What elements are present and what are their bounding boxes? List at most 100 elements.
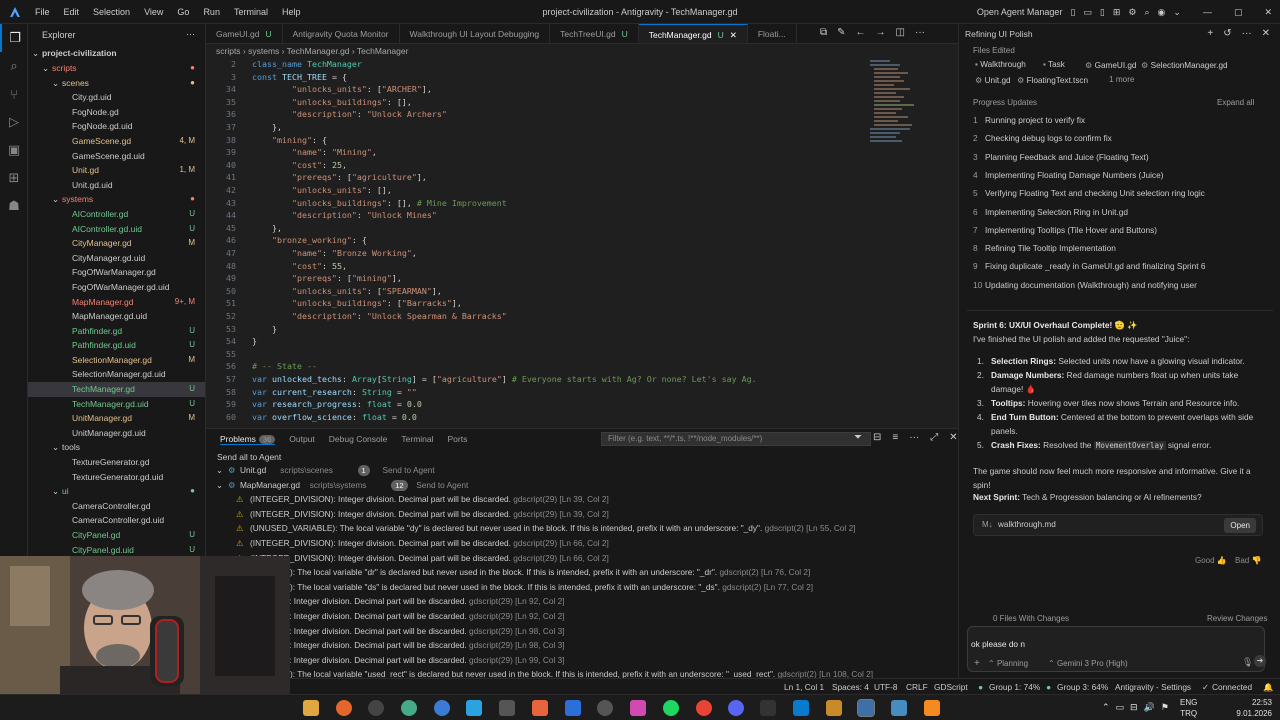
menu-file[interactable]: File [28,0,57,24]
code-line[interactable]: "unlocks_units": [], [252,185,392,195]
layout-panel-icon[interactable]: ▭ [1083,7,1092,18]
progress-step[interactable]: 4 Implementing Floating Damage Numbers (J… [973,166,1163,184]
encoding[interactable]: UTF-8 [874,679,898,695]
code-line[interactable]: const TECH_TREE = { [252,72,347,82]
file-item[interactable]: GameScene.gd 4, M [28,134,205,149]
file-item[interactable]: FogOfWarManager.gd.uid [28,280,205,295]
problem-row[interactable]: ⚠VARIABLE): The local variable "used_rec… [206,667,958,678]
file-item[interactable]: UnitManager.gd.uid [28,426,205,441]
group3-status[interactable]: Group 3: 64% [1057,679,1108,695]
close-window-icon[interactable]: ✕ [1264,7,1272,18]
folder-item[interactable]: ⌄ tools [28,440,205,455]
app-taskbar-icon-1[interactable] [401,700,417,716]
input-language[interactable]: ENG TRQ [1180,697,1197,719]
history-icon[interactable]: ↺ [1223,28,1231,39]
vscode-taskbar-icon[interactable] [793,700,809,716]
explorer-icon[interactable]: ❐ [0,24,28,52]
minimap[interactable] [868,58,938,426]
more-actions-icon[interactable]: ··· [186,29,195,39]
problem-row[interactable]: ⚠ (INTEGER_DIVISION): Integer division. D… [206,492,958,507]
problem-row[interactable]: ⚠DIVISION): Integer division. Decimal pa… [206,594,958,609]
file-item[interactable]: Pathfinder.gd.uid U [28,338,205,353]
file-item[interactable]: SelectionManager.gd M [28,353,205,368]
new-chat-icon[interactable]: + [1207,28,1213,39]
search-view-icon[interactable]: ⌕ [0,52,28,80]
customize-layout-icon[interactable]: ⊞ [1113,7,1121,18]
menu-run[interactable]: Run [196,0,227,24]
compare-icon[interactable]: ⧉ [820,27,827,41]
code-line[interactable]: "name": "Bronze Working", [252,248,417,258]
panel-tab-ports[interactable]: Ports [448,434,468,444]
code-line[interactable]: "mining": { [252,135,327,145]
godot-taskbar-icon[interactable] [891,700,907,716]
file-item[interactable]: CityPanel.gd U [28,528,205,543]
menu-view[interactable]: View [137,0,170,24]
files-with-changes[interactable]: 0 Files With Changes [993,614,1069,623]
walkthrough-file-card[interactable]: M↓ walkthrough.md Open [973,514,1263,536]
tab-techtreeui-gd[interactable]: TechTreeUI.gd U [550,24,639,43]
expand-all-button[interactable]: Expand all [1217,98,1254,107]
group1-status[interactable]: Group 1: 74% [989,679,1040,695]
edited-file-chip[interactable]: ⚙ Unit.gd [975,75,1011,85]
file-item[interactable]: FogOfWarManager.gd [28,265,205,280]
chrome-taskbar-icon[interactable] [696,700,712,716]
code-line[interactable]: var research_progress: float = 0.0 [252,399,422,409]
problem-row[interactable]: ⚠ (INTEGER_DIVISION): Integer division. D… [206,536,958,551]
layout-aux-icon[interactable]: ▯ [1100,7,1105,18]
open-file-button[interactable]: Open [1224,518,1256,533]
agent-more-icon[interactable]: ··· [1242,28,1252,39]
code-line[interactable]: }, [252,122,282,132]
problem-file-group[interactable]: ⌄ ⚙ Unit.gd scripts\scenes 1 Send to Agent [206,463,958,478]
indentation[interactable]: Spaces: 4 [832,679,869,695]
app-taskbar-icon-4[interactable] [532,700,548,716]
problem-row[interactable]: ⚠VARIABLE): The local variable "ds" is d… [206,580,958,595]
add-context-icon[interactable]: + [974,658,980,669]
file-item[interactable]: CameraController.gd.uid [28,513,205,528]
code-line[interactable]: class_name TechManager [252,59,362,69]
good-feedback-button[interactable]: Good 👍 [1195,556,1227,565]
breadcrumb[interactable]: scripts › systems › TechManager.gd › Tec… [206,44,958,58]
send-to-agent-button[interactable]: Send to Agent [383,463,435,478]
file-item[interactable]: CityManager.gd M [28,236,205,251]
chat-input[interactable]: ok please do n [971,639,1025,649]
folder-item[interactable]: ⌄ scripts ● [28,61,205,76]
model-selector[interactable]: ⌃ Gemini 3 Pro (High) [1048,659,1128,668]
progress-step[interactable]: 9 Fixing duplicate _ready in GameUI.gd an… [973,257,1205,275]
file-item[interactable]: MapManager.gd.uid [28,309,205,324]
clock-taskbar-icon[interactable] [597,700,613,716]
code-editor[interactable]: 2 class_name TechManager 3 const TECH_TREE … [206,58,958,426]
cursor-position[interactable]: Ln 1, Col 1 [784,679,824,695]
code-line[interactable]: "description": "Unlock Archers" [252,109,447,119]
chevron-down-icon[interactable]: ⌄ [1173,7,1181,18]
review-changes-button[interactable]: Review Changes [1207,614,1267,623]
telegram-taskbar-icon[interactable] [466,700,482,716]
explorer-root-folder[interactable]: ⌄ project-civilization [28,46,205,61]
tab-antigravity-quota-monitor[interactable]: Antigravity Quota Monitor [283,24,400,43]
line-ending[interactable]: CRLF [906,679,928,695]
editor-more-icon[interactable]: ··· [915,27,925,41]
file-item[interactable]: MapManager.gd 9+, M [28,295,205,310]
edited-file-chip[interactable]: ▪ Task [1043,60,1065,69]
open-agent-manager-button[interactable]: Open Agent Manager [977,7,1063,17]
code-line[interactable]: "prereqs": ["agriculture"], [252,172,427,182]
layout-sidebar-icon[interactable]: ▯ [1070,7,1075,18]
code-line[interactable]: var current_research: String = "" [252,387,417,397]
file-item[interactable]: AIController.gd U [28,207,205,222]
connection-status[interactable]: Connected [1212,679,1252,695]
folder-item[interactable]: ⌄ ui ● [28,484,205,499]
code-line[interactable]: "cost": 25, [252,160,347,170]
spotify-taskbar-icon[interactable] [663,700,679,716]
notifications-bell-icon[interactable]: 🔔 [1263,679,1273,695]
clock[interactable]: 22:53 9.01.2026 [1236,697,1272,719]
code-line[interactable]: }, [252,223,282,233]
file-item[interactable]: CameraController.gd [28,499,205,514]
godot-icon[interactable]: ☗ [0,192,28,220]
progress-step[interactable]: 1 Running project to verify fix [973,111,1085,129]
code-line[interactable]: var overflow_science: float = 0.0 [252,412,417,422]
edited-file-chip[interactable]: ⚙ GameUI.gd [1085,60,1137,70]
progress-step[interactable]: 7 Implementing Tooltips (Tile Hover and B… [973,221,1157,239]
edited-file-chip[interactable]: ▪ Walkthrough [975,60,1026,69]
file-item[interactable]: FogNode.gd.uid [28,119,205,134]
panel-more-icon[interactable]: ··· [909,432,919,443]
settings-gear-icon[interactable]: ⚙ [1128,7,1136,18]
